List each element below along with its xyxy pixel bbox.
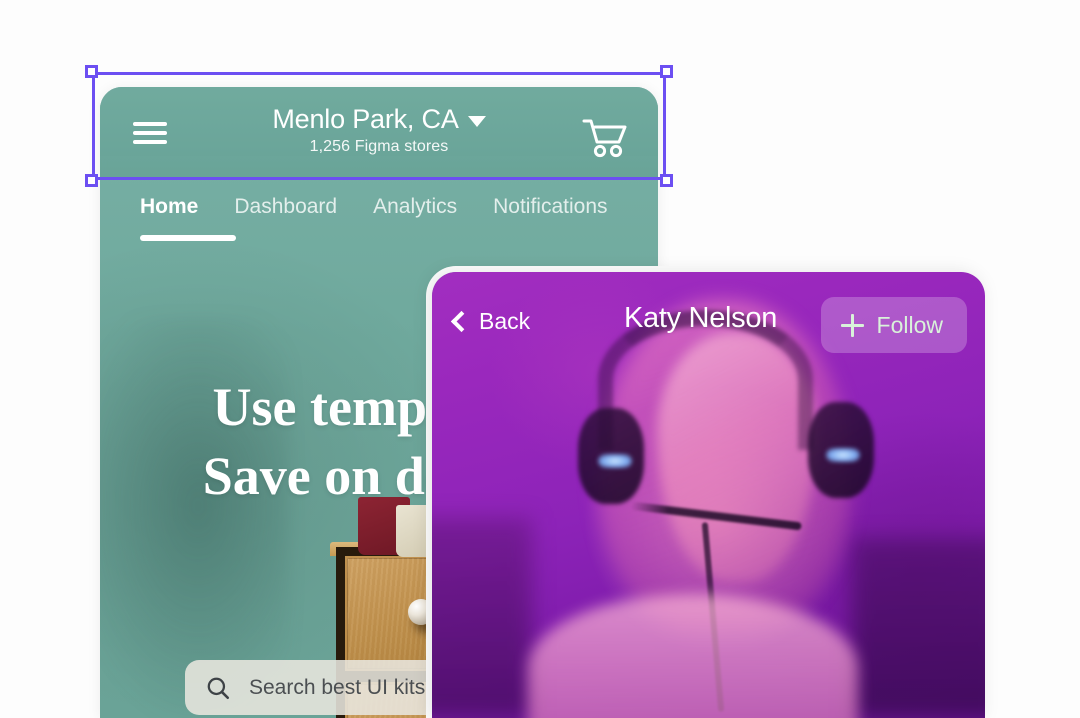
selection-handle-top-right[interactable] xyxy=(660,65,673,78)
selection-handle-bottom-right[interactable] xyxy=(660,174,673,187)
hamburger-line xyxy=(133,122,167,126)
profile-app-card[interactable]: Back Katy Nelson Follow xyxy=(432,272,985,718)
tab-home[interactable]: Home xyxy=(122,179,236,241)
headset-led-right xyxy=(826,448,860,462)
wall-shadow xyxy=(100,317,290,718)
selection-edge-top xyxy=(92,72,666,75)
follow-button[interactable]: Follow xyxy=(820,297,967,353)
hamburger-line xyxy=(133,140,167,144)
hamburger-line xyxy=(133,131,167,135)
plus-icon xyxy=(840,313,864,337)
selection-edge-right xyxy=(663,72,666,180)
selection-edge-left xyxy=(92,72,95,180)
store-header-bar[interactable]: Menlo Park, CA 1,256 Figma stores xyxy=(100,87,658,179)
tab-analytics-label: Analytics xyxy=(373,195,458,218)
canvas-stage: Use templates. Save on design. Search be… xyxy=(0,0,1080,718)
profile-header-bar: Back Katy Nelson Follow xyxy=(432,272,985,380)
tab-notifications[interactable]: Notifications xyxy=(475,179,625,219)
tab-home-label: Home xyxy=(140,195,199,218)
figure-robe xyxy=(528,594,858,718)
location-label: Menlo Park, CA xyxy=(272,104,459,134)
hamburger-icon[interactable] xyxy=(131,119,169,147)
headset-led-left xyxy=(598,454,632,468)
store-tab-bar[interactable]: Home Dashboard Analytics Notifications xyxy=(100,179,658,249)
search-icon xyxy=(207,677,230,699)
couch-right xyxy=(852,538,985,718)
tab-analytics[interactable]: Analytics xyxy=(355,179,475,219)
tab-dashboard[interactable]: Dashboard xyxy=(216,179,355,219)
selection-handle-bottom-left[interactable] xyxy=(85,174,98,187)
tab-active-underline xyxy=(140,235,236,241)
shopping-cart-icon[interactable] xyxy=(582,117,628,159)
chevron-down-icon xyxy=(467,116,486,127)
store-count-label: 1,256 Figma stores xyxy=(309,138,449,155)
store-title-block: Menlo Park, CA 1,256 Figma stores xyxy=(100,104,658,156)
tab-dashboard-label: Dashboard xyxy=(234,195,338,218)
search-input-text: Search best UI kits xyxy=(249,675,426,699)
location-selector[interactable]: Menlo Park, CA xyxy=(272,104,486,135)
follow-button-label: Follow xyxy=(876,311,943,338)
drawer-knob xyxy=(408,599,434,625)
couch-left xyxy=(432,518,532,718)
tab-notifications-label: Notifications xyxy=(493,195,608,218)
selection-handle-top-left[interactable] xyxy=(85,65,98,78)
